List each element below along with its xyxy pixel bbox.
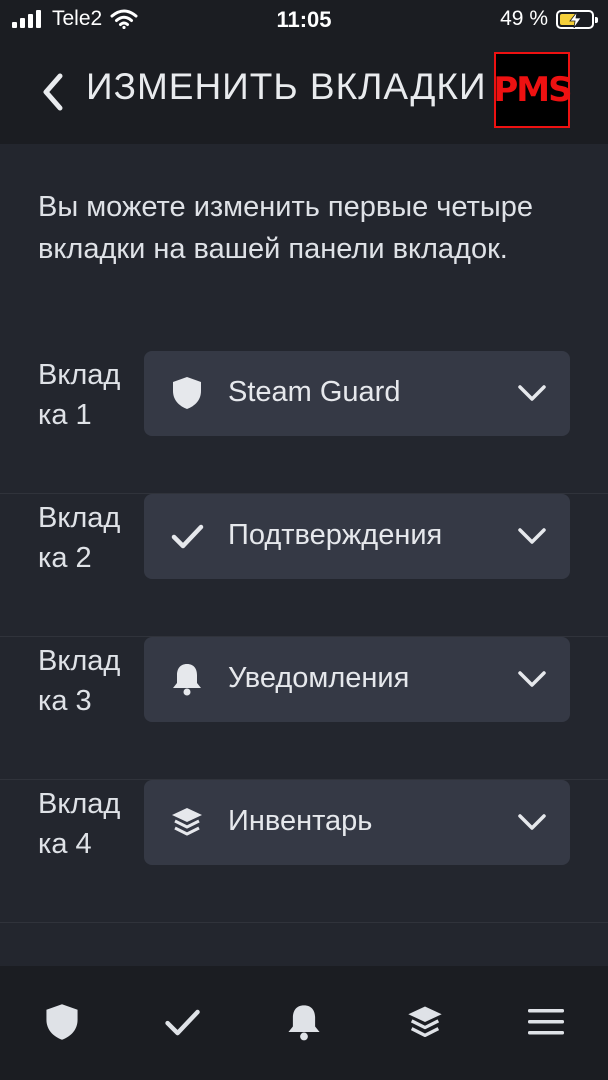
chevron-down-icon (518, 814, 546, 830)
layers-icon (172, 808, 202, 836)
chevron-left-icon (43, 73, 63, 111)
tab-setting-label: Вклад ка 1 (38, 359, 121, 431)
tab-setting-label: Вклад ка 3 (38, 645, 121, 717)
watermark-logo: PMS (493, 52, 573, 128)
tab-4-select[interactable]: Инвентарь (144, 780, 570, 865)
shield-icon (173, 377, 201, 409)
back-button[interactable] (38, 70, 78, 114)
check-icon (171, 524, 204, 549)
bell-icon (288, 1005, 320, 1041)
tab-setting-label: Вклад ка 2 (38, 502, 121, 574)
tab-1-select[interactable]: Steam Guard (144, 351, 570, 436)
bottom-tab-bar (0, 966, 608, 1080)
battery-percent: 49 % (500, 7, 548, 30)
bell-icon (173, 664, 201, 696)
tab-2-value: Подтверждения (228, 519, 443, 551)
tab-confirmations[interactable] (162, 1002, 202, 1042)
tab-menu[interactable] (526, 1002, 566, 1042)
menu-icon (528, 1009, 564, 1035)
tab-3-value: Уведомления (228, 662, 410, 694)
tab-inventory[interactable] (405, 1002, 445, 1042)
layers-icon (408, 1006, 442, 1037)
status-bar: Tele2 11:05 49 % (0, 0, 608, 40)
tab-2-select[interactable]: Подтверждения (144, 494, 570, 579)
tab-1-value: Steam Guard (228, 376, 401, 408)
intro-text: Вы можете изменить первые четыре вкладки… (38, 191, 533, 265)
battery-charging-icon (556, 9, 598, 29)
chevron-down-icon (518, 528, 546, 544)
tab-setting-row: Вклад ка 1 Steam Guard (0, 351, 608, 494)
page-title: ИЗМЕНИТЬ ВКЛАДКИ (86, 66, 487, 107)
tab-setting-label: Вклад ка 4 (38, 788, 121, 860)
tab-4-value: Инвентарь (228, 805, 373, 837)
chevron-down-icon (518, 385, 546, 401)
shield-icon (46, 1004, 78, 1040)
tab-steam-guard[interactable] (42, 1002, 82, 1042)
chevron-down-icon (518, 671, 546, 687)
check-icon (165, 1009, 200, 1036)
tab-setting-row: Вклад ка 3 Уведомления (0, 637, 608, 780)
tab-setting-row: Вклад ка 2 Подтверждения (0, 494, 608, 637)
tab-setting-row: Вклад ка 4 Инвентарь (0, 780, 608, 923)
status-right: 49 % (500, 7, 598, 31)
tab-notifications[interactable] (284, 1002, 324, 1042)
header: ИЗМЕНИТЬ ВКЛАДКИ PMS (0, 40, 608, 144)
tab-3-select[interactable]: Уведомления (144, 637, 570, 722)
